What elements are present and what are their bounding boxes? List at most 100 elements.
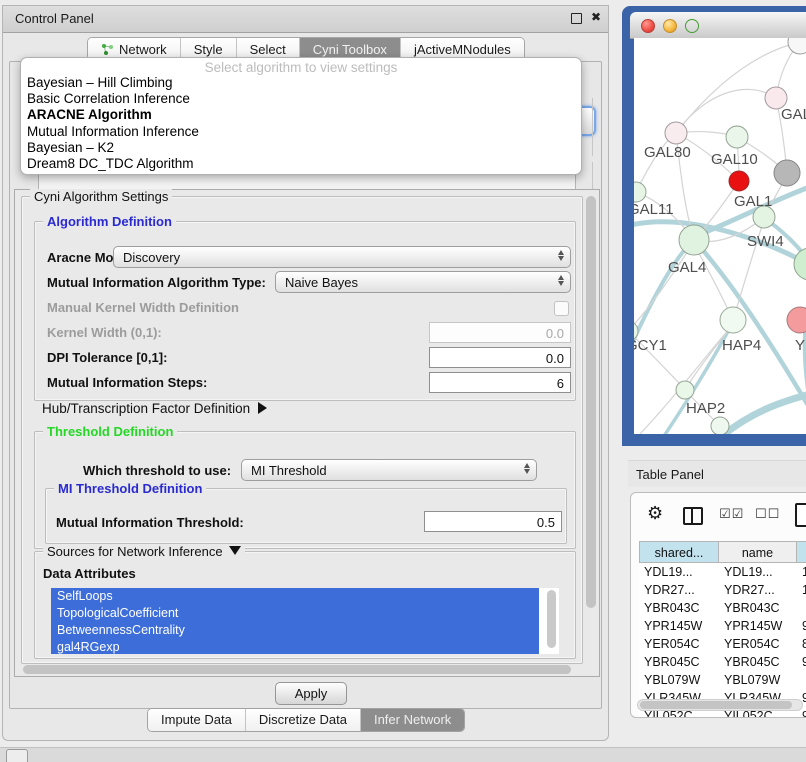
apply-button[interactable]: Apply — [275, 682, 347, 705]
float-window-icon[interactable] — [571, 13, 582, 24]
table-cell: YDL19... — [719, 563, 797, 581]
table-row[interactable]: YBR043CYBR043C — [639, 599, 806, 617]
manual-kernel-checkbox[interactable] — [554, 301, 569, 316]
table-horizontal-scrollbar[interactable] — [637, 699, 803, 711]
aracne-mode-combo[interactable]: Discovery — [113, 246, 571, 268]
table-cell: 13 — [797, 563, 806, 581]
tab-impute-data[interactable]: Impute Data — [148, 709, 245, 731]
attribute-item-betweennesscentrality[interactable]: BetweennessCentrality — [51, 622, 539, 639]
mi-type-combo[interactable]: Naive Bayes — [275, 271, 571, 293]
network-window-titlebar[interactable] — [630, 12, 806, 39]
table-row[interactable]: YDL19...YDL19...13 — [639, 563, 806, 581]
combo-arrows-icon — [558, 250, 564, 261]
kernel-width-field[interactable]: 0.0 — [429, 322, 571, 343]
table-cell: YBL079W — [719, 671, 797, 689]
which-threshold-combo[interactable]: MI Threshold — [241, 459, 537, 481]
dropdown-item-basic-correlation-inference[interactable]: Basic Correlation Inference — [25, 91, 577, 107]
network-node-swi4[interactable] — [794, 248, 806, 280]
tab-infer-network[interactable]: Infer Network — [360, 709, 464, 731]
mi-threshold-label: Mutual Information Threshold: — [56, 515, 244, 530]
dropdown-item-bayesian-hill-climbing[interactable]: Bayesian – Hill Climbing — [25, 75, 577, 91]
network-edge[interactable] — [676, 89, 776, 133]
table-cell: YBR043C — [639, 599, 719, 617]
table-cell: YDL19... — [639, 563, 719, 581]
network-canvas[interactable]: GALGAL80GAL10GAL1GAL11SWI4GAL4GCY1HAP4YH… — [634, 38, 806, 434]
network-graph[interactable]: GALGAL80GAL10GAL1GAL11SWI4GAL4GCY1HAP4YH… — [634, 38, 806, 434]
dropdown-item-dream8-dc-tdc-algorithm[interactable]: Dream8 DC_TDC Algorithm — [25, 156, 577, 172]
mi-steps-field[interactable]: 6 — [429, 372, 571, 393]
threshold-definition-title: Threshold Definition — [43, 424, 177, 439]
kernel-width-label: Kernel Width (0,1): — [47, 325, 162, 340]
combo-arrows-icon — [524, 463, 530, 474]
sources-title[interactable]: Sources for Network Inference — [43, 544, 245, 559]
settings-vertical-scrollbar[interactable] — [585, 194, 597, 670]
table-cell: YPR145W — [719, 617, 797, 635]
combo-arrows-icon — [558, 275, 564, 286]
table-cell: 8. — [797, 635, 806, 653]
close-traffic-light[interactable] — [641, 19, 655, 33]
network-icon — [101, 43, 114, 56]
network-node-hap4[interactable] — [720, 307, 746, 333]
close-icon[interactable]: ✖ — [591, 10, 601, 24]
algorithm-dropdown-popup: Select algorithm to view settings Bayesi… — [20, 57, 582, 175]
table-panel-header[interactable]: Table Panel — [628, 460, 806, 487]
unchecked-pair-icon[interactable]: ☐☐ — [755, 506, 780, 522]
table-cell: YDR27... — [719, 581, 797, 599]
network-node[interactable] — [729, 171, 749, 191]
document-icon[interactable] — [795, 503, 806, 527]
network-node[interactable] — [788, 38, 806, 54]
dpi-tolerance-field[interactable]: 0.0 — [429, 347, 571, 368]
control-panel-titlebar[interactable]: Control Panel ✖ — [3, 6, 608, 33]
node-label: GAL11 — [634, 201, 674, 218]
threshold-definition-group: Threshold Definition Which threshold to … — [34, 431, 576, 549]
attribute-item-selfloops[interactable]: SelfLoops — [51, 588, 539, 605]
checked-pair-icon[interactable]: ☑☑ — [719, 506, 744, 522]
dropdown-item-mutual-information-inference[interactable]: Mutual Information Inference — [25, 124, 577, 140]
hub-definition-expander[interactable]: Hub/Transcription Factor Definition — [42, 401, 267, 416]
hub-definition-label: Hub/Transcription Factor Definition — [42, 401, 250, 416]
data-attributes-list[interactable]: SelfLoopsTopologicalCoefficientBetweenne… — [51, 588, 559, 654]
network-window[interactable]: GALGAL80GAL10GAL1GAL11SWI4GAL4GCY1HAP4YH… — [622, 6, 806, 446]
minimize-traffic-light[interactable] — [663, 19, 677, 33]
node-label: GAL80 — [644, 144, 691, 161]
table-cell: YER054C — [719, 635, 797, 653]
table-row[interactable]: YDR27...YDR27...12 — [639, 581, 806, 599]
bottom-strip — [0, 747, 806, 762]
gear-icon[interactable]: ⚙ — [647, 503, 663, 524]
tab-discretize-data[interactable]: Discretize Data — [245, 709, 360, 731]
list-scrollbar[interactable] — [547, 590, 556, 648]
network-edge[interactable] — [722, 392, 806, 434]
dropdown-item-bayesian-k2[interactable]: Bayesian – K2 — [25, 140, 577, 156]
tab-label: Style — [194, 42, 223, 57]
dpi-tolerance-label: DPI Tolerance [0,1]: — [47, 350, 167, 365]
table-row[interactable]: YBR045CYBR045C9. — [639, 653, 806, 671]
mi-type-value: Naive Bayes — [285, 275, 358, 290]
table-row[interactable]: YER054CYER054C8. — [639, 635, 806, 653]
network-node-hap2[interactable] — [676, 381, 694, 399]
column-header-a[interactable]: A — [797, 541, 806, 563]
settings-horizontal-scrollbar[interactable] — [21, 664, 581, 675]
mi-threshold-field[interactable]: 0.5 — [424, 511, 562, 532]
network-node-y[interactable] — [787, 307, 806, 333]
network-node-gal80[interactable] — [665, 122, 687, 144]
attribute-item-gal4rgexp[interactable]: gal4RGexp — [51, 639, 539, 654]
network-node[interactable] — [774, 160, 800, 186]
columns-icon[interactable] — [683, 507, 703, 525]
network-node-gal4[interactable] — [679, 225, 709, 255]
dropdown-item-aracne-algorithm[interactable]: ARACNE Algorithm — [25, 107, 577, 123]
column-header-shared[interactable]: shared... — [639, 541, 719, 563]
column-header-name[interactable]: name — [719, 541, 797, 563]
collapsed-arrow-icon[interactable] — [258, 402, 267, 414]
network-node-gal10[interactable] — [726, 126, 748, 148]
table-row[interactable]: YBL079WYBL079W — [639, 671, 806, 689]
table-cell: 9. — [797, 617, 806, 635]
attribute-item-topologicalcoefficient[interactable]: TopologicalCoefficient — [51, 605, 539, 622]
tab-label: Cyni Toolbox — [313, 42, 387, 57]
network-node[interactable] — [711, 417, 729, 434]
network-node-gal11[interactable] — [634, 182, 646, 202]
expanded-arrow-icon[interactable] — [229, 546, 241, 555]
zoom-traffic-light[interactable] — [685, 19, 699, 33]
table-header-row: shared...nameA — [639, 541, 806, 563]
minimized-panel-button[interactable] — [6, 749, 28, 762]
table-row[interactable]: YPR145WYPR145W9. — [639, 617, 806, 635]
